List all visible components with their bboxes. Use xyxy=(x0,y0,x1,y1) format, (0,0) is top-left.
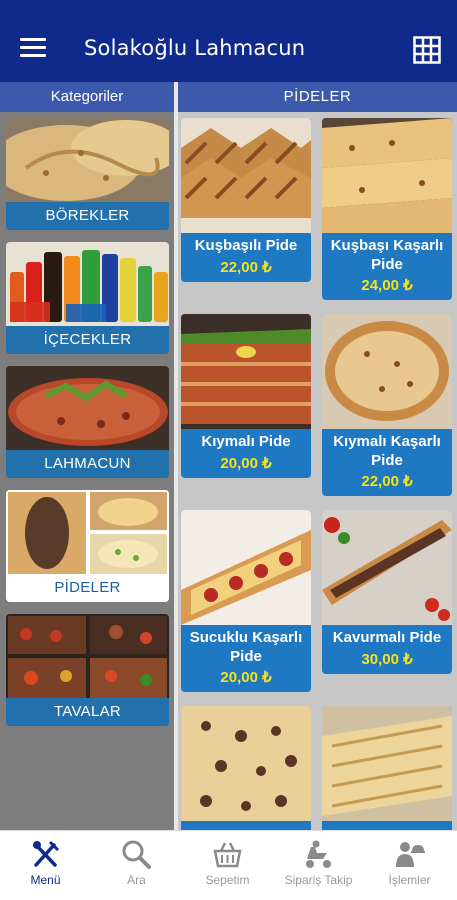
product-photo xyxy=(322,314,452,429)
lahmacun-photo xyxy=(6,366,169,450)
product-card[interactable] xyxy=(322,706,452,830)
product-grid[interactable]: Kuşbaşılı Pide 22,00 ₺ Kuşbaşı Kaşarlı P… xyxy=(178,112,457,830)
product-price: 20,00 ₺ xyxy=(220,669,272,686)
tab-basket[interactable]: Sepetim xyxy=(182,831,273,900)
bottom-navigation: Menü Ara Sepetim Sipariş Takip İşlemler xyxy=(0,830,457,900)
tab-label: İşlemler xyxy=(388,873,431,887)
category-card-borekler[interactable]: BÖREKLER xyxy=(6,118,169,230)
product-name: Kavurmalı Pide xyxy=(332,629,442,646)
category-card-tavalar[interactable]: TAVALAR xyxy=(6,614,169,726)
tab-menu[interactable]: Menü xyxy=(0,831,91,900)
category-card-lahmacun[interactable]: LAHMACUN xyxy=(6,366,169,478)
product-photo xyxy=(322,118,452,233)
product-card[interactable] xyxy=(181,706,311,830)
product-price: 22,00 ₺ xyxy=(220,259,272,276)
product-name: Kuşbaşılı Pide xyxy=(194,237,298,254)
product-name: Kıymalı Pide xyxy=(201,433,291,450)
borek-photo xyxy=(6,118,169,202)
category-label: İÇECEKLER xyxy=(6,326,169,354)
product-name: Sucuklu Kaşarlı Pide xyxy=(189,629,303,665)
fork-knife-icon xyxy=(33,840,60,867)
pide-photo xyxy=(6,490,169,574)
drinks-photo xyxy=(6,242,169,326)
tava-photo xyxy=(6,614,169,698)
waiter-icon xyxy=(396,842,425,867)
product-card[interactable]: Sucuklu Kaşarlı Pide 20,00 ₺ xyxy=(181,510,311,692)
product-price: 24,00 ₺ xyxy=(361,277,413,294)
category-label: TAVALAR xyxy=(6,698,169,726)
tab-label: Ara xyxy=(127,873,146,887)
hamburger-menu-icon[interactable] xyxy=(20,38,46,60)
tab-search[interactable]: Ara xyxy=(91,831,182,900)
search-icon xyxy=(122,840,151,869)
product-photo xyxy=(181,314,311,429)
category-label: PİDELER xyxy=(6,574,169,602)
product-price: 22,00 ₺ xyxy=(361,473,413,490)
tab-label: Sepetim xyxy=(205,873,250,887)
product-card[interactable]: Kıymalı Kaşarlı Pide 22,00 ₺ xyxy=(322,314,452,496)
tab-operations[interactable]: İşlemler xyxy=(364,831,455,900)
product-name: Kuşbaşı Kaşarlı Pide xyxy=(330,237,444,273)
grid-view-icon[interactable] xyxy=(413,36,441,64)
product-photo xyxy=(181,510,311,625)
product-name: Kıymalı Kaşarlı Pide xyxy=(333,433,441,469)
products-header: PİDELER xyxy=(178,82,457,112)
delivery-icon xyxy=(306,840,331,868)
product-price: 30,00 ₺ xyxy=(361,651,413,668)
app-bar: Solakoğlu Lahmacun xyxy=(0,0,457,82)
product-card[interactable]: Kıymalı Pide 20,00 ₺ xyxy=(181,314,311,478)
tab-label: Sipariş Takip xyxy=(284,873,353,887)
product-photo xyxy=(322,510,452,625)
category-card-icecekler[interactable]: İÇECEKLER xyxy=(6,242,169,354)
product-card[interactable]: Kavurmalı Pide 30,00 ₺ xyxy=(322,510,452,674)
product-card[interactable]: Kuşbaşılı Pide 22,00 ₺ xyxy=(181,118,311,282)
categories-header: Kategoriler xyxy=(0,82,174,112)
product-price: 20,00 ₺ xyxy=(220,455,272,472)
tab-label: Menü xyxy=(30,873,61,887)
category-label: BÖREKLER xyxy=(6,202,169,230)
basket-icon xyxy=(213,842,242,868)
product-photo xyxy=(322,706,452,821)
category-label: LAHMACUN xyxy=(6,450,169,478)
category-sidebar[interactable]: BÖREKLER İÇECEKLER LAHMACUN PİDELER TAVA… xyxy=(0,112,174,830)
category-card-pideler[interactable]: PİDELER xyxy=(6,490,169,602)
tab-order-tracking[interactable]: Sipariş Takip xyxy=(273,831,364,900)
app-title: Solakoğlu Lahmacun xyxy=(84,36,306,60)
product-photo xyxy=(181,706,311,821)
product-card[interactable]: Kuşbaşı Kaşarlı Pide 24,00 ₺ xyxy=(322,118,452,300)
product-photo xyxy=(181,118,311,233)
